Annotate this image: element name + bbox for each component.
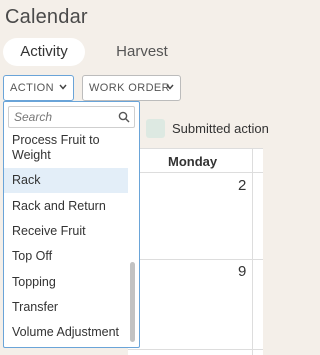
tab-activity[interactable]: Activity bbox=[3, 38, 85, 66]
calendar-grid: Monday 2 9 bbox=[128, 148, 263, 355]
dropdown-scrollbar[interactable] bbox=[130, 262, 135, 342]
calendar-date[interactable]: 9 bbox=[238, 263, 246, 280]
work-order-select-label: WORK ORDER bbox=[89, 82, 170, 94]
dropdown-option[interactable]: Rack bbox=[4, 168, 128, 193]
calendar-divider bbox=[128, 349, 263, 350]
dropdown-option[interactable]: Process Fruit to Weight bbox=[4, 133, 128, 165]
action-select-label: ACTION bbox=[10, 82, 54, 94]
calendar-divider bbox=[252, 149, 253, 355]
chevron-down-icon bbox=[166, 84, 174, 90]
search-input[interactable] bbox=[9, 107, 114, 127]
dropdown-option[interactable]: Volume Adjustment bbox=[4, 320, 128, 344]
tab-harvest[interactable]: Harvest bbox=[107, 38, 177, 66]
calendar-header: Monday bbox=[128, 149, 263, 173]
chevron-down-icon bbox=[59, 84, 67, 90]
action-dropdown-menu: Process Fruit to Weight Rack Rack and Re… bbox=[3, 101, 140, 348]
submitted-action-swatch bbox=[146, 119, 165, 138]
page-title: Calendar bbox=[5, 6, 88, 28]
dropdown-option[interactable]: Receive Fruit bbox=[4, 219, 128, 243]
dropdown-option-label: Rack bbox=[12, 173, 41, 187]
dropdown-option[interactable]: Transfer bbox=[4, 295, 128, 319]
tab-bar: Activity Harvest bbox=[3, 38, 263, 66]
work-order-select[interactable]: WORK ORDER bbox=[82, 75, 181, 101]
calendar-divider bbox=[128, 259, 263, 260]
dropdown-option[interactable]: Rack and Return bbox=[4, 194, 128, 218]
day-header-monday: Monday bbox=[168, 154, 218, 169]
dropdown-option[interactable]: Top Off bbox=[4, 244, 128, 268]
action-select[interactable]: ACTION bbox=[3, 75, 74, 101]
calendar-date[interactable]: 2 bbox=[238, 177, 246, 194]
submitted-action-label: Submitted action bbox=[172, 121, 269, 136]
search-icon bbox=[118, 111, 130, 123]
search-field bbox=[8, 106, 135, 128]
dropdown-option[interactable]: Topping bbox=[4, 270, 128, 294]
